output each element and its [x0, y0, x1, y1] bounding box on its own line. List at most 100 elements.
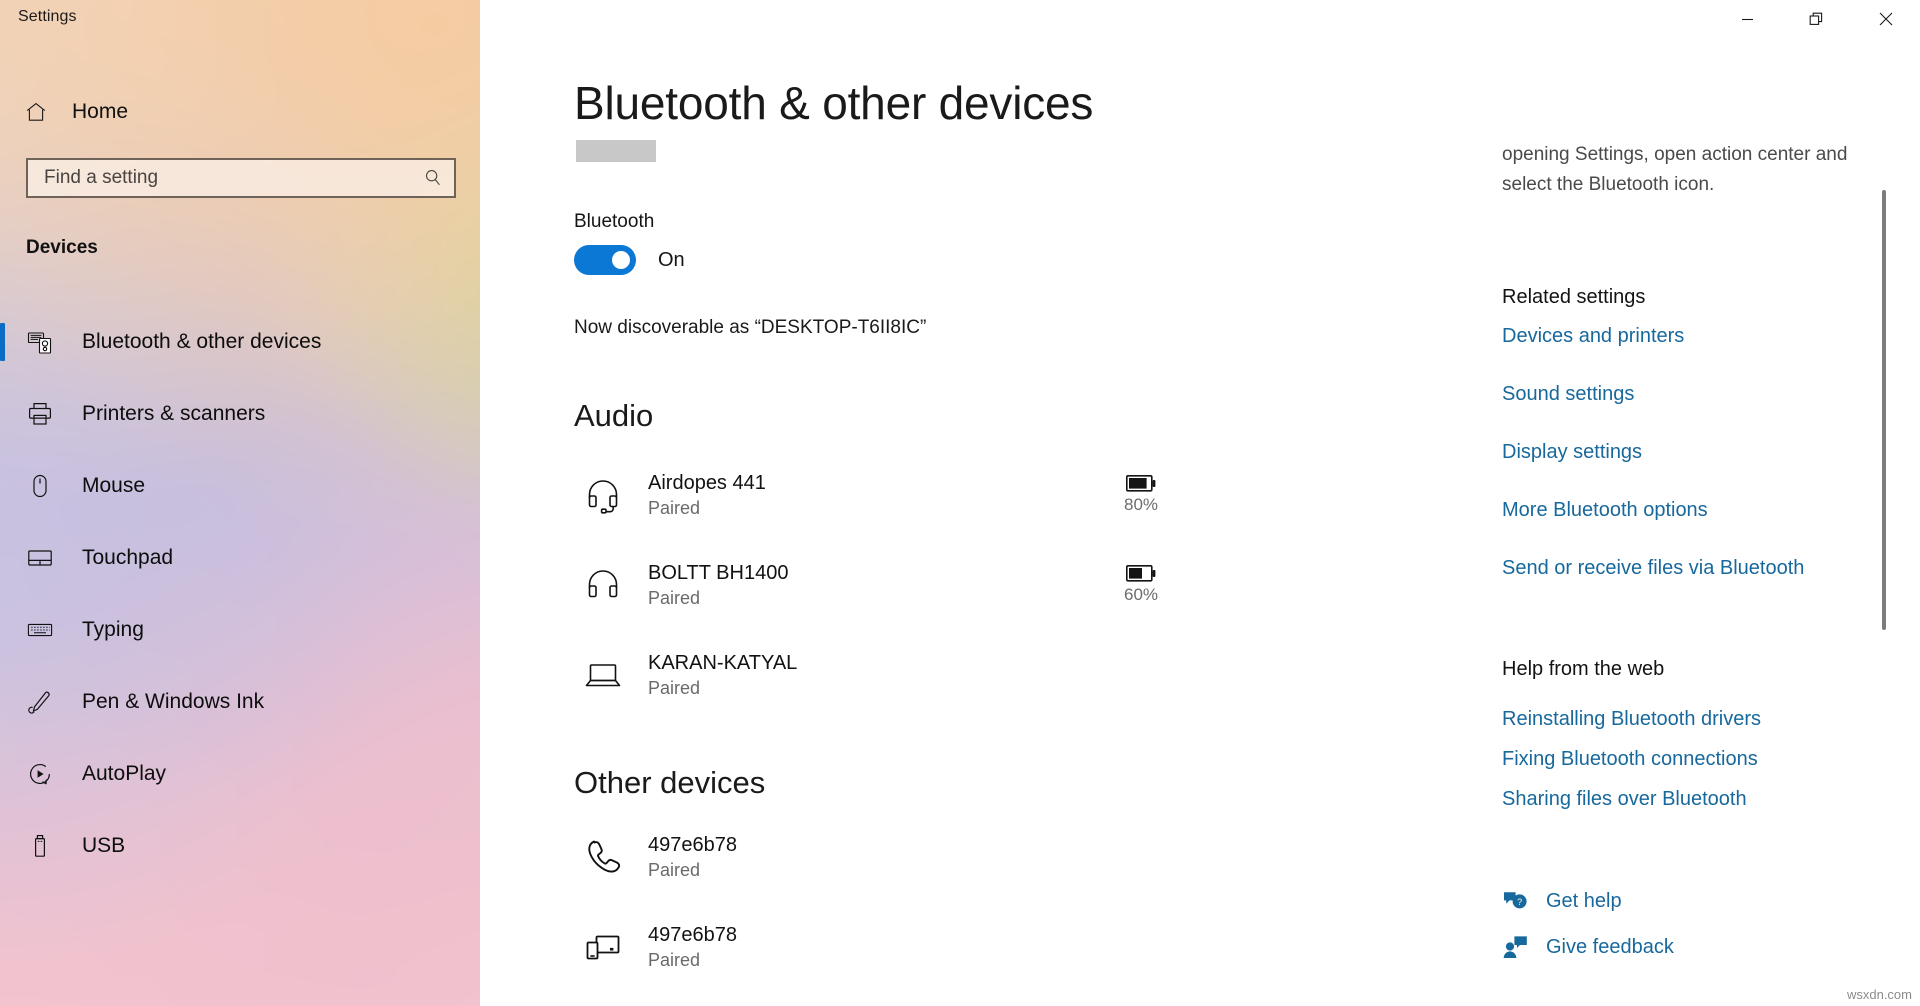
settings-window: Settings Home Devices [0, 0, 1920, 1006]
autoplay-icon [26, 760, 54, 788]
sidebar-item-label: USB [82, 834, 125, 858]
link-sharing-files-over-bluetooth[interactable]: Sharing files over Bluetooth [1502, 788, 1747, 811]
bluetooth-devices-icon [26, 328, 54, 356]
sidebar: Settings Home Devices [0, 0, 480, 1006]
selection-accent-bar [0, 323, 5, 361]
sidebar-nav: Bluetooth & other devices Printers & sca… [0, 306, 480, 882]
battery-percent: 80% [1124, 495, 1158, 515]
audio-device-list: Airdopes 441 Paired 80% [574, 450, 1634, 720]
bluetooth-toggle[interactable] [574, 245, 636, 275]
sidebar-item-usb[interactable]: USB [0, 810, 480, 882]
battery-indicator: 80% [1124, 475, 1158, 515]
home-icon [24, 100, 48, 124]
section-heading-other-devices: Other devices [574, 765, 765, 801]
related-settings-heading: Related settings [1502, 286, 1645, 309]
link-more-bluetooth-options[interactable]: More Bluetooth options [1502, 499, 1708, 522]
device-row[interactable]: 497e6b78 Paired [574, 902, 1634, 992]
minimize-icon [1741, 13, 1754, 26]
vertical-scrollbar[interactable] [1882, 190, 1886, 630]
help-chat-icon: ? [1502, 888, 1528, 914]
sidebar-item-autoplay[interactable]: AutoPlay [0, 738, 480, 810]
rail-intro-paragraph: opening Settings, open action center and… [1502, 140, 1872, 200]
battery-percent: 60% [1124, 585, 1158, 605]
sidebar-item-home[interactable]: Home [16, 90, 456, 134]
app-title: Settings [18, 8, 77, 26]
sidebar-item-printers-and-scanners[interactable]: Printers & scanners [0, 378, 480, 450]
device-row[interactable]: Airdopes 441 Paired 80% [574, 450, 1634, 540]
link-devices-and-printers[interactable]: Devices and printers [1502, 325, 1684, 348]
sidebar-item-typing[interactable]: Typing [0, 594, 480, 666]
device-status: Paired [648, 498, 766, 519]
headset-icon [582, 564, 624, 606]
minimize-button[interactable] [1713, 0, 1782, 38]
battery-icon [1126, 565, 1156, 582]
give-feedback-link[interactable]: Give feedback [1502, 934, 1674, 960]
sidebar-item-home-label: Home [72, 100, 128, 124]
page-title: Bluetooth & other devices [574, 76, 1093, 130]
link-reinstalling-bluetooth-drivers[interactable]: Reinstalling Bluetooth drivers [1502, 708, 1761, 731]
phone-icon [582, 836, 624, 878]
sidebar-item-mouse[interactable]: Mouse [0, 450, 480, 522]
get-help-label: Get help [1546, 890, 1622, 913]
device-name: BOLTT BH1400 [648, 562, 788, 585]
help-from-the-web-heading: Help from the web [1502, 658, 1664, 681]
link-sound-settings[interactable]: Sound settings [1502, 383, 1634, 406]
device-row[interactable]: BOLTT BH1400 Paired 60% [574, 540, 1634, 630]
sidebar-item-label: AutoPlay [82, 762, 166, 786]
search-input[interactable] [44, 167, 422, 189]
close-icon [1879, 12, 1893, 26]
give-feedback-label: Give feedback [1546, 936, 1674, 959]
link-fixing-bluetooth-connections[interactable]: Fixing Bluetooth connections [1502, 748, 1758, 771]
devices-icon [582, 926, 624, 968]
device-status: Paired [648, 860, 737, 881]
redacted-block [576, 140, 656, 162]
sidebar-item-label: Mouse [82, 474, 145, 498]
touchpad-icon [26, 544, 54, 572]
maximize-button[interactable] [1782, 0, 1851, 38]
sidebar-item-label: Typing [82, 618, 144, 642]
pen-icon [26, 688, 54, 716]
device-row[interactable]: KARAN-KATYAL Paired [574, 630, 1634, 720]
battery-indicator: 60% [1124, 565, 1158, 605]
bluetooth-toggle-state: On [658, 249, 685, 272]
device-name: KARAN-KATYAL [648, 652, 797, 675]
sidebar-item-label: Printers & scanners [82, 402, 265, 426]
right-rail: opening Settings, open action center and… [1502, 0, 1892, 1006]
sidebar-item-label: Touchpad [82, 546, 173, 570]
close-button[interactable] [1851, 0, 1920, 38]
keyboard-icon [26, 616, 54, 644]
other-device-list: 497e6b78 Paired 497e6b78 Paired [574, 812, 1634, 992]
sidebar-item-pen-and-windows-ink[interactable]: Pen & Windows Ink [0, 666, 480, 738]
device-name: 497e6b78 [648, 924, 737, 947]
usb-icon [26, 832, 54, 860]
battery-icon [1126, 475, 1156, 492]
device-name: 497e6b78 [648, 834, 737, 857]
link-send-or-receive-files-via-bluetooth[interactable]: Send or receive files via Bluetooth [1502, 557, 1804, 580]
svg-text:?: ? [1517, 897, 1522, 907]
section-heading-audio: Audio [574, 398, 653, 434]
bluetooth-label: Bluetooth [574, 211, 654, 233]
watermark: wsxdn.com [1847, 987, 1912, 1002]
device-status: Paired [648, 678, 797, 699]
get-help-link[interactable]: ? Get help [1502, 888, 1622, 914]
mouse-icon [26, 472, 54, 500]
device-row[interactable]: 497e6b78 Paired [574, 812, 1634, 902]
main-content: Bluetooth & other devices Bluetooth On N… [480, 0, 1920, 1006]
sidebar-group-title: Devices [26, 237, 98, 259]
toggle-knob [612, 251, 630, 269]
window-controls [1713, 0, 1920, 38]
sidebar-item-label: Pen & Windows Ink [82, 690, 264, 714]
link-display-settings[interactable]: Display settings [1502, 441, 1642, 464]
device-status: Paired [648, 588, 788, 609]
search-box[interactable] [26, 158, 456, 198]
printer-icon [26, 400, 54, 428]
device-name: Airdopes 441 [648, 472, 766, 495]
bluetooth-toggle-row: On [574, 245, 685, 275]
search-icon[interactable] [422, 167, 444, 189]
sidebar-item-touchpad[interactable]: Touchpad [0, 522, 480, 594]
laptop-icon [582, 654, 624, 696]
discoverable-text: Now discoverable as “DESKTOP-T6II8IC” [574, 317, 926, 339]
device-status: Paired [648, 950, 737, 971]
sidebar-item-bluetooth-and-other-devices[interactable]: Bluetooth & other devices [0, 306, 480, 378]
feedback-person-icon [1502, 934, 1528, 960]
